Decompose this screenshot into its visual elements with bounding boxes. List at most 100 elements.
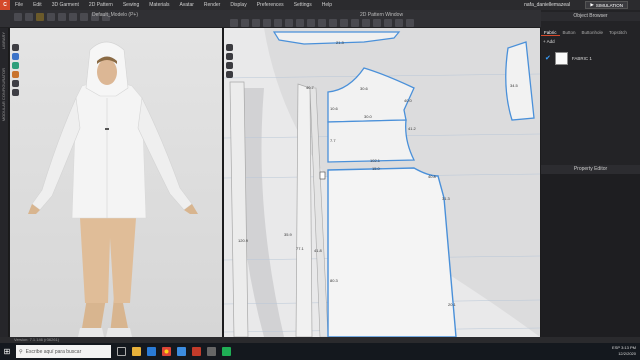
version-text: Version: 7.1.146 (r36261)	[14, 337, 60, 342]
measure-label: 40.7	[306, 85, 314, 90]
edit-pattern-icon[interactable]	[241, 19, 249, 27]
menu-file[interactable]: File	[10, 2, 28, 8]
measure-label: 77.1	[296, 246, 304, 251]
app-icon[interactable]	[207, 347, 216, 356]
menu-bar: C File Edit 3D Garment 2D Pattern Sewing…	[0, 0, 640, 10]
measure-label: 41.8	[314, 248, 322, 253]
system-tray[interactable]: ESP 3:13 PM 12/2/2020	[612, 345, 636, 357]
add-fabric-button[interactable]: + Add	[543, 39, 555, 44]
file-explorer-icon[interactable]	[132, 347, 141, 356]
object-browser-tabs: Fabric Button Buttonhole Topstitch	[541, 29, 640, 36]
clo3d-app-icon[interactable]	[192, 347, 201, 356]
measure-label: 31.3	[442, 196, 450, 201]
menu-render[interactable]: Render	[199, 2, 225, 8]
property-editor: Property Editor	[541, 165, 640, 337]
segment-sewing-icon[interactable]	[318, 19, 326, 27]
menu-sewing[interactable]: Sewing	[118, 2, 144, 8]
view3d-title: Default_Modelo (P+)	[92, 12, 138, 18]
measure-label: 21.3	[336, 40, 344, 45]
task-view-icon[interactable]	[117, 347, 126, 356]
fold-tool-icon[interactable]	[373, 19, 381, 27]
grading-icon[interactable]	[406, 19, 414, 27]
modular-configurator-tab[interactable]: MODULAR CONFIGURATOR	[1, 68, 6, 121]
pattern-canvas[interactable]	[224, 28, 540, 337]
windows-start-icon[interactable]: ⊞	[0, 343, 14, 360]
avatar-tool-icon[interactable]	[80, 13, 88, 21]
avatar-display-icon[interactable]	[12, 53, 19, 60]
circle-tool-icon[interactable]	[274, 19, 282, 27]
internal-line-icon[interactable]	[285, 19, 293, 27]
cursor-marker	[319, 171, 326, 180]
annotation-icon[interactable]	[395, 19, 403, 27]
dart-tool-icon[interactable]	[296, 19, 304, 27]
menu-edit[interactable]: Edit	[28, 2, 47, 8]
texture-display-icon[interactable]	[12, 71, 19, 78]
menu-3d-garment[interactable]: 3D Garment	[47, 2, 84, 8]
button-tool-icon[interactable]	[351, 19, 359, 27]
search-placeholder: Escribe aquí para buscar	[25, 348, 82, 355]
app-logo: C	[0, 0, 10, 10]
tab-button[interactable]: Button	[560, 29, 579, 36]
garment-display-icon[interactable]	[12, 62, 19, 69]
menu-settings[interactable]: Settings	[289, 2, 317, 8]
pattern-tool-icon[interactable]	[230, 19, 238, 27]
topstitch-icon[interactable]	[340, 19, 348, 27]
view-mode-icon[interactable]	[12, 44, 19, 51]
free-sewing-icon[interactable]	[329, 19, 337, 27]
menu-materials[interactable]: Materials	[144, 2, 174, 8]
menu-preferences[interactable]: Preferences	[252, 2, 289, 8]
fabric-swatch	[554, 51, 568, 65]
rectangle-tool-icon[interactable]	[263, 19, 271, 27]
simulation-mode-button[interactable]: ▶ SIMULATION	[585, 1, 628, 9]
tab-fabric[interactable]: Fabric	[541, 29, 560, 36]
play-icon: ▶	[590, 2, 594, 7]
store-icon[interactable]	[177, 347, 186, 356]
measure-label: 34.5	[510, 83, 518, 88]
measure-label: 40.8	[428, 174, 436, 179]
measure-label: 80.3	[330, 278, 338, 283]
measure-label: 35.9	[284, 232, 292, 237]
measure-tool-icon[interactable]	[69, 13, 77, 21]
edit-point-icon[interactable]	[226, 53, 233, 60]
3d-view-toolbar	[12, 44, 20, 98]
mail-icon[interactable]	[147, 347, 156, 356]
simulate-icon[interactable]	[36, 13, 44, 21]
spotify-icon[interactable]	[222, 347, 231, 356]
light-icon[interactable]	[12, 89, 19, 96]
transform-pattern-icon[interactable]	[226, 44, 233, 51]
move-tool-icon[interactable]	[25, 13, 33, 21]
menu-help[interactable]: Help	[317, 2, 337, 8]
pin-tool-icon[interactable]	[58, 13, 66, 21]
user-name[interactable]: nafa_daniellemazeal	[524, 2, 570, 8]
tab-topstitch[interactable]: Topstitch	[606, 29, 630, 36]
camera-icon[interactable]	[12, 80, 19, 87]
avatar-with-garment	[28, 41, 198, 337]
measure-label: 15.0	[372, 166, 380, 171]
chrome-icon[interactable]	[162, 347, 171, 356]
measure-label: 40.0	[404, 98, 412, 103]
tab-buttonhole[interactable]: Buttonhole	[579, 29, 607, 36]
2d-pattern-window[interactable]: 21.3 35.9 40.7 30.6 34.5 40.0 10.6 30.0 …	[224, 28, 540, 337]
language-indicator: ESP	[612, 345, 620, 350]
zoom-icon[interactable]	[226, 71, 233, 78]
zipper-tool-icon[interactable]	[362, 19, 370, 27]
menu-2d-pattern[interactable]: 2D Pattern	[84, 2, 118, 8]
3d-garment-window[interactable]	[10, 28, 222, 337]
measure-label: 41.2	[408, 126, 416, 131]
tack-tool-icon[interactable]	[47, 13, 55, 21]
library-tab[interactable]: LIBRARY	[1, 32, 6, 49]
check-icon: ✔	[545, 55, 551, 62]
object-browser-title: Object Browser	[541, 12, 640, 21]
polygon-tool-icon[interactable]	[252, 19, 260, 27]
text-tool-icon[interactable]	[384, 19, 392, 27]
menu-display[interactable]: Display	[225, 2, 251, 8]
menu-avatar[interactable]: Avatar	[175, 2, 199, 8]
taskbar-search-input[interactable]: ⚲ Escribe aquí para buscar	[16, 345, 111, 358]
seam-tool-icon[interactable]	[307, 19, 315, 27]
select-tool-icon[interactable]	[14, 13, 22, 21]
measure-label: 30.0	[364, 114, 372, 119]
measure-label: 20.1	[448, 302, 456, 307]
clock-date: 12/2/2020	[618, 351, 636, 356]
curve-point-icon[interactable]	[226, 62, 233, 69]
fabric-list-item[interactable]: ✔ FABRIC 1	[545, 50, 635, 66]
